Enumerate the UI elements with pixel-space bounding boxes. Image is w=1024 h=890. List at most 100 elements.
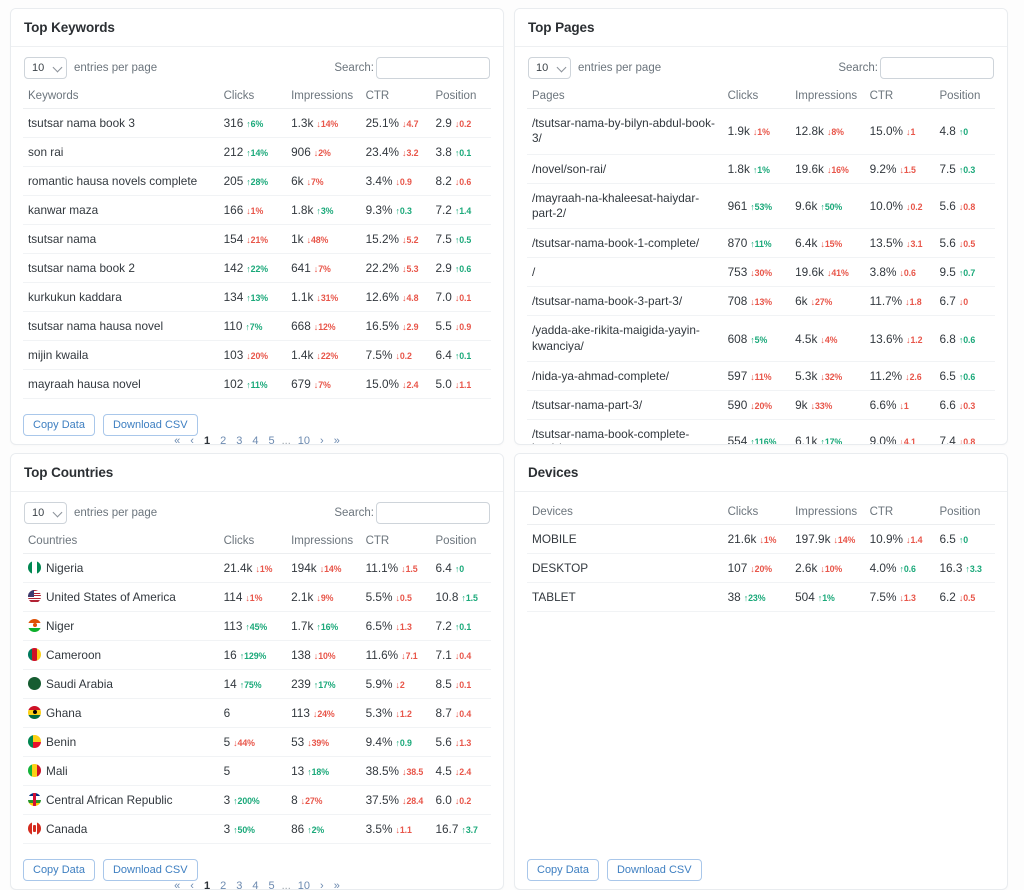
cell-clicks: 154 ↓21% — [218, 224, 287, 254]
table-row[interactable]: tsutsar nama hausa novel 110 ↑7% 668 ↓12% 16.… — [23, 311, 491, 341]
table-row[interactable]: Saudi Arabia 14 ↑75% 239 ↑17% 5.9% ↓2 8.5 ↓0.1 — [23, 669, 491, 699]
pagination-item-3[interactable]: 3 — [231, 433, 247, 444]
row-label: Saudi Arabia — [23, 669, 219, 699]
col-clicks[interactable]: Clicks — [722, 502, 791, 525]
col-ctr[interactable]: CTR — [864, 502, 935, 525]
table-row[interactable]: DESKTOP 107 ↓20% 2.6k ↓10% 4.0% ↑0.6 16.3 ↑3.3 — [527, 553, 995, 583]
col-clicks[interactable]: Clicks — [218, 531, 287, 554]
pagination-item-›[interactable]: › — [315, 433, 329, 444]
col-ctr[interactable]: CTR — [360, 531, 431, 554]
col-clicks[interactable]: Clicks — [218, 86, 287, 109]
table-row[interactable]: Niger 113 ↑45% 1.7k ↑16% 6.5% ↓1.3 7.2 ↑0.1 — [23, 611, 491, 641]
pagination-item-5[interactable]: 5 — [263, 878, 279, 889]
table-row[interactable]: Canada 3 ↑50% 86 ↑2% 3.5% ↓1.1 16.7 ↑3.7 — [23, 814, 491, 844]
download-csv-button-devices[interactable]: Download CSV — [606, 859, 702, 881]
pagination-item-2[interactable]: 2 — [215, 878, 231, 889]
col-impressions[interactable]: Impressions — [790, 86, 865, 109]
search-input-pages[interactable] — [880, 57, 994, 79]
pagination-item-»[interactable]: » — [329, 878, 345, 889]
cell-position: 7.0 ↓0.1 — [430, 282, 491, 312]
cell-position-value: 5.5 — [435, 319, 452, 333]
pagination-item-1[interactable]: 1 — [199, 878, 215, 889]
pagination-item-2[interactable]: 2 — [215, 433, 231, 444]
table-row[interactable]: /tsutsar-nama-book-complete-book/554↑116… — [527, 419, 995, 444]
copy-data-button-countries[interactable]: Copy Data — [23, 859, 95, 881]
pagination-ellipsis: ... — [281, 435, 291, 445]
cell-clicks: 16 ↑129% — [218, 640, 287, 670]
table-row[interactable]: /novel/son-rai/1.8k ↑1% 19.6k ↓16% 9.2% ↓1.5 7… — [527, 154, 995, 184]
table-row[interactable]: tsutsar nama 154 ↓21% 1k ↓48% 15.2% ↓5.2 7.5 ↑0.… — [23, 224, 491, 254]
table-row[interactable]: /tsutsar-nama-book-3-part-3/708 ↓13% 6k ↓27… — [527, 286, 995, 317]
table-row[interactable]: kurkukun kaddara 134 ↑13% 1.1k ↓31% 12.6% ↓4.8… — [23, 282, 491, 312]
table-row[interactable]: /tsutsar-nama-book-1-complete/870 ↑11% 6.4… — [527, 228, 995, 259]
table-row[interactable]: son rai 212 ↑14% 906 ↓2% 23.4% ↓3.2 3.8 ↑0.1 — [23, 137, 491, 167]
col-ctr[interactable]: CTR — [864, 86, 935, 109]
pagination-item-»[interactable]: » — [329, 433, 345, 444]
copy-data-button-keywords[interactable]: Copy Data — [23, 414, 95, 436]
arrow-up-icon: ↑ — [461, 593, 466, 603]
entries-select-countries[interactable]: 10 — [24, 502, 67, 524]
col-position[interactable]: Position — [430, 86, 491, 109]
table-row[interactable]: Central African Republic 3 ↑200% 8 ↓27% 37.5%… — [23, 785, 491, 815]
cell-clicks-value: 113 — [223, 619, 243, 633]
col-pages[interactable]: Pages — [527, 86, 723, 109]
table-row[interactable]: Nigeria 21.4k ↓1% 194k ↓14% 11.1% ↓1.5 6.4 ↑0 — [23, 553, 491, 583]
pagination-item-5[interactable]: 5 — [263, 433, 279, 444]
table-row[interactable]: mayraah hausa novel 102 ↑11% 679 ↓7% 15.0% ↓2.… — [23, 369, 491, 399]
col-ctr[interactable]: CTR — [360, 86, 431, 109]
table-row[interactable]: MOBILE 21.6k ↓1% 197.9k ↓14% 10.9% ↓1.4 6.5 ↑0 — [527, 524, 995, 554]
table-row[interactable]: /mayraah-na-khaleesat-haiydar-part-2/961… — [527, 183, 995, 230]
entries-label: entries per page — [578, 62, 662, 74]
row-label: / — [527, 257, 723, 288]
table-row[interactable]: Cameroon 16 ↑129% 138 ↓10% 11.6% ↓7.1 7.1 ↓0.4 — [23, 640, 491, 670]
pagination-item-10[interactable]: 10 — [293, 878, 315, 889]
entries-select-pages[interactable]: 10 — [528, 57, 571, 79]
cell-ctr: 11.2% ↓2.6 — [864, 361, 935, 391]
pagination-item-‹[interactable]: ‹ — [185, 878, 199, 889]
table-row[interactable]: mijin kwaila 103 ↓20% 1.4k ↓22% 7.5% ↓0.2 6.4 ↑0… — [23, 340, 491, 370]
table-row[interactable]: TABLET 38 ↑23% 504 ↑1% 7.5% ↓1.3 6.2 ↓0.5 — [527, 582, 995, 612]
search-input-keywords[interactable] — [376, 57, 490, 79]
table-row[interactable]: romantic hausa novels complete 205 ↑28% 6k ↓… — [23, 166, 491, 196]
arrow-down-icon: ↓ — [316, 593, 321, 603]
pagination-item-3[interactable]: 3 — [231, 878, 247, 889]
cell-clicks-delta: ↑7% — [245, 322, 263, 332]
table-row[interactable]: Mali 5 13 ↑18% 38.5% ↓38.5 4.5 ↓2.4 — [23, 756, 491, 786]
pagination-item-‹[interactable]: ‹ — [185, 433, 199, 444]
table-row[interactable]: kanwar maza 166 ↓1% 1.8k ↑3% 9.3% ↑0.3 7.2 ↑1.4 — [23, 195, 491, 225]
table-row[interactable]: United States of America 114 ↓1% 2.1k ↓9% 5.5… — [23, 582, 491, 612]
col-impressions[interactable]: Impressions — [286, 86, 361, 109]
col-devices[interactable]: Devices — [527, 502, 723, 525]
pagination-item-4[interactable]: 4 — [247, 433, 263, 444]
pagination-item-10[interactable]: 10 — [293, 433, 315, 444]
pagination-item-«[interactable]: « — [169, 878, 185, 889]
col-position[interactable]: Position — [934, 502, 995, 525]
table-row[interactable]: /753 ↓30% 19.6k ↓41% 3.8% ↓0.6 9.5 ↑0.7 — [527, 257, 995, 288]
pagination-item-1[interactable]: 1 — [199, 433, 215, 444]
arrow-down-icon: ↓ — [402, 293, 407, 303]
col-position[interactable]: Position — [934, 86, 995, 109]
col-clicks[interactable]: Clicks — [722, 86, 791, 109]
col-countries[interactable]: Countries — [23, 531, 219, 554]
col-position[interactable]: Position — [430, 531, 491, 554]
table-row[interactable]: Benin 5 ↓44% 53 ↓39% 9.4% ↑0.9 5.6 ↓1.3 — [23, 727, 491, 757]
table-row[interactable]: /yadda-ake-rikita-maigida-yayin-kwanciya… — [527, 315, 995, 362]
pagination-item-«[interactable]: « — [169, 433, 185, 444]
pagination-item-4[interactable]: 4 — [247, 878, 263, 889]
pagination-item-›[interactable]: › — [315, 878, 329, 889]
table-row[interactable]: /tsutsar-nama-part-3/590 ↓20% 9k ↓33% 6.6% ↓1… — [527, 390, 995, 420]
cell-clicks: 102 ↑11% — [218, 369, 287, 399]
cell-ctr: 5.3% ↓1.2 — [360, 698, 431, 728]
copy-data-button-devices[interactable]: Copy Data — [527, 859, 599, 881]
table-row[interactable]: /nida-ya-ahmad-complete/597 ↓11% 5.3k ↓32% 1… — [527, 361, 995, 391]
col-impressions[interactable]: Impressions — [286, 531, 361, 554]
search-input-countries[interactable] — [376, 502, 490, 524]
col-keywords[interactable]: Keywords — [23, 86, 219, 109]
cell-ctr: 10.9% ↓1.4 — [864, 524, 935, 554]
entries-select-keywords[interactable]: 10 — [24, 57, 67, 79]
table-row[interactable]: tsutsar nama book 3 316 ↑6% 1.3k ↓14% 25.1% ↓4… — [23, 108, 491, 138]
table-row[interactable]: tsutsar nama book 2 142 ↑22% 641 ↓7% 22.2% ↓5.… — [23, 253, 491, 283]
table-row[interactable]: Ghana 6 113 ↓24% 5.3% ↓1.2 8.7 ↓0.4 — [23, 698, 491, 728]
col-impressions[interactable]: Impressions — [790, 502, 865, 525]
table-row[interactable]: /tsutsar-nama-by-bilyn-abdul-book-3/1.9k… — [527, 108, 995, 155]
